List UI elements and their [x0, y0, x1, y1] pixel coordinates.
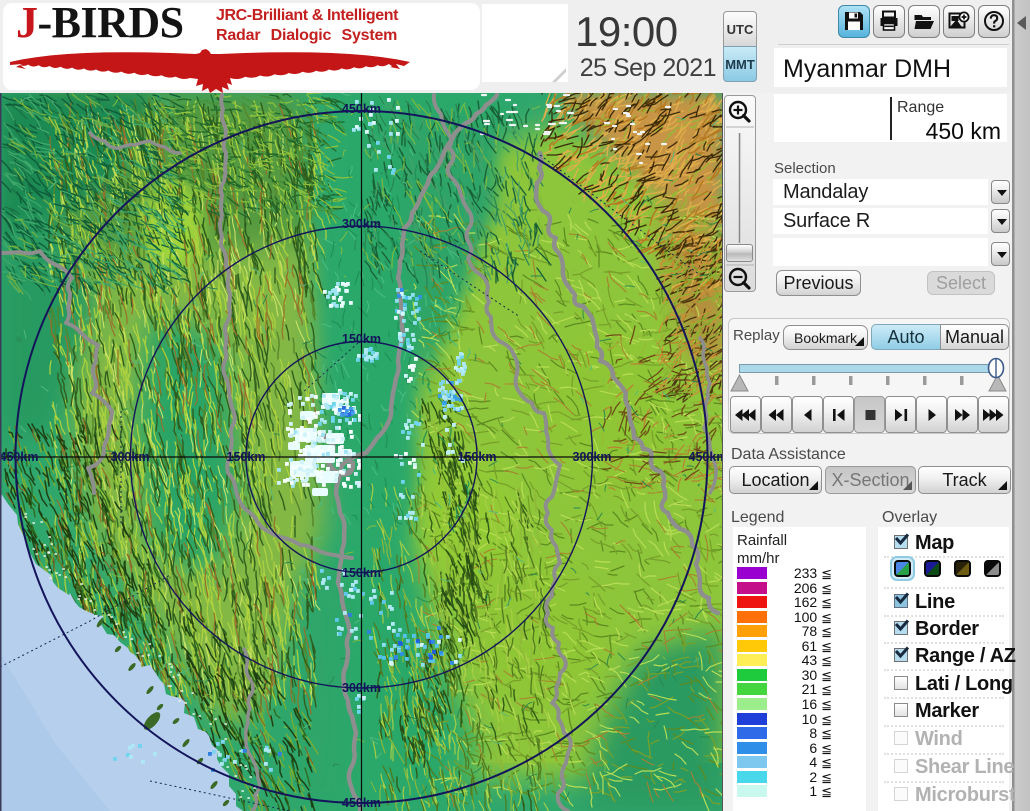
svg-text:450km: 450km: [342, 796, 381, 810]
svg-text:150km: 150km: [342, 332, 381, 346]
svg-text:300km: 300km: [342, 681, 381, 695]
svg-text:300km: 300km: [573, 450, 612, 464]
svg-text:450km: 450km: [689, 450, 723, 464]
svg-text:300km: 300km: [111, 450, 150, 464]
svg-text:300km: 300km: [342, 217, 381, 231]
svg-text:150km: 150km: [342, 566, 381, 580]
svg-text:450km: 450km: [342, 102, 381, 116]
svg-text:150km: 150km: [227, 450, 266, 464]
svg-text:450km: 450km: [0, 450, 38, 464]
svg-text:150km: 150km: [458, 450, 497, 464]
